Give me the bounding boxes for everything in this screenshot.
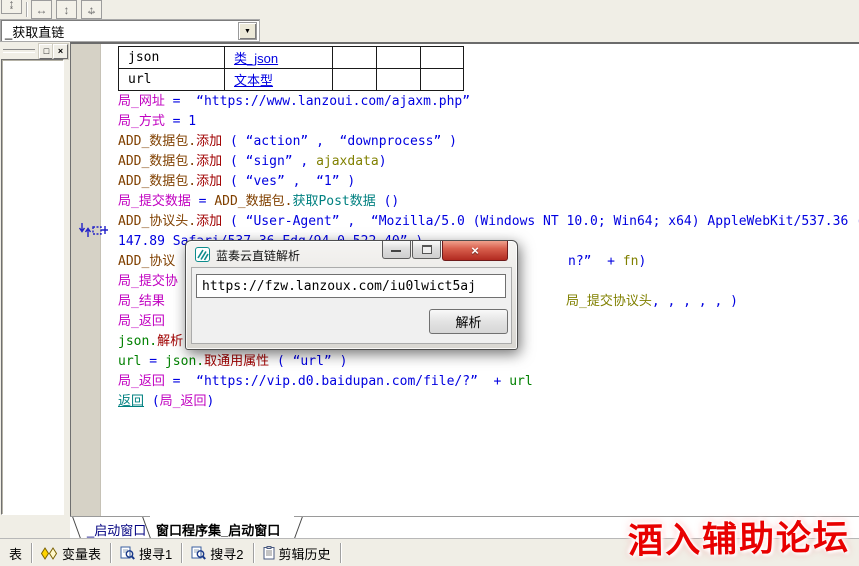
statusbar-tab-搜寻1[interactable]: 搜寻1 bbox=[111, 543, 182, 563]
statusbar-tab-label: 变量表 bbox=[62, 544, 101, 563]
center-vertical-icon[interactable]: ↨ bbox=[1, 0, 22, 14]
elang-logo-icon bbox=[195, 247, 210, 262]
maximize-icon[interactable] bbox=[412, 241, 441, 259]
left-dock-panel: □ × bbox=[0, 42, 70, 516]
center-vertical-glyph: ↨ bbox=[9, 0, 15, 11]
minimize-icon[interactable] bbox=[382, 241, 411, 259]
code-line[interactable]: 局_方式 = 1 bbox=[118, 112, 196, 132]
code-line[interactable]: 局_提交数据 = ADD_数据包.获取Post数据 () bbox=[118, 192, 399, 212]
ide-window: ↨ ↔ ↕ ↔ ↕ _获取直链 ▼ □ × bbox=[0, 0, 859, 566]
code-line[interactable]: 返回 (局_返回) bbox=[118, 392, 214, 412]
same-height-glyph: ↕ bbox=[64, 3, 70, 17]
var-type-link[interactable]: 类_json bbox=[234, 51, 278, 66]
var-empty-cell[interactable] bbox=[377, 69, 421, 91]
var-empty-cell[interactable] bbox=[421, 69, 464, 91]
tabbar-left-filler bbox=[0, 516, 70, 538]
code-line[interactable]: ADD_数据包.添加 ( “sign” , ajaxdata) bbox=[118, 152, 387, 172]
same-size-icon[interactable]: ↔ ↕ bbox=[81, 0, 102, 19]
statusbar-items: 表 变量表 搜寻1 搜寻2 剪辑历史 bbox=[0, 539, 341, 566]
statusbar-tab-变量表[interactable]: 变量表 bbox=[32, 543, 111, 563]
var-table-body: json 类_jsonurl 文本型 bbox=[119, 47, 464, 91]
var-name-cell[interactable]: url bbox=[119, 69, 225, 91]
search-icon bbox=[120, 546, 135, 560]
dialog-caption-buttons: × bbox=[382, 241, 508, 260]
statusbar-tab-表[interactable]: 表 bbox=[0, 543, 32, 563]
combobox-dropdown-icon[interactable]: ▼ bbox=[238, 22, 257, 40]
panel-client-area[interactable] bbox=[1, 59, 64, 515]
dialog-client-area: 解析 bbox=[191, 267, 512, 344]
statusbar-tab-剪辑历史[interactable]: 剪辑历史 bbox=[254, 543, 341, 563]
tab-edge bbox=[294, 517, 303, 538]
tab-edge bbox=[72, 517, 81, 538]
var-empty-cell[interactable] bbox=[377, 47, 421, 69]
var-table-row: json 类_json bbox=[119, 47, 464, 69]
tab-window-program-set[interactable]: 窗口程序集_启动窗口 bbox=[156, 520, 280, 539]
variable-table: json 类_jsonurl 文本型 bbox=[118, 46, 464, 91]
var-empty-cell[interactable] bbox=[333, 69, 377, 91]
code-line[interactable]: 局_网址 = “https://www.lanzoui.com/ajaxm.ph… bbox=[118, 92, 470, 112]
code-line[interactable]: 局_返回 bbox=[118, 312, 165, 332]
tab-startup-window[interactable]: _启动窗口 bbox=[87, 520, 146, 539]
same-height-icon[interactable]: ↕ bbox=[56, 0, 77, 19]
method-combobox-value: _获取直链 bbox=[5, 22, 64, 41]
current-line-marker-icon bbox=[78, 222, 108, 238]
var-type-link[interactable]: 文本型 bbox=[234, 73, 273, 88]
var-table-row: url 文本型 bbox=[119, 69, 464, 91]
search-icon bbox=[191, 546, 206, 560]
var-name-cell[interactable]: json bbox=[119, 47, 225, 69]
code-line[interactable]: 局_结果局_提交协议头, , , , , ) bbox=[118, 292, 165, 312]
var-type-cell: 类_json bbox=[225, 47, 333, 69]
variables-icon bbox=[41, 547, 58, 560]
same-width-glyph: ↔ bbox=[36, 3, 48, 17]
var-type-cell: 文本型 bbox=[225, 69, 333, 91]
code-line[interactable]: 局_提交协 bbox=[118, 272, 178, 292]
statusbar-tab-label: 表 bbox=[9, 544, 22, 563]
parse-button[interactable]: 解析 bbox=[429, 309, 508, 334]
clipboard-icon bbox=[263, 546, 275, 560]
share-url-input[interactable] bbox=[196, 274, 506, 298]
code-line[interactable]: ADD_协议n?” + fn) bbox=[118, 252, 175, 272]
code-line[interactable]: ADD_协议头.添加 ( “User-Agent” , “Mozilla/5.0… bbox=[118, 212, 859, 232]
panel-maximize-icon[interactable]: □ bbox=[39, 44, 54, 59]
toolbar: ↨ ↔ ↕ ↔ ↕ bbox=[0, 0, 859, 20]
code-line[interactable]: json.解析 bbox=[118, 332, 183, 352]
panel-drag-handle[interactable] bbox=[3, 49, 35, 53]
code-line[interactable]: ADD_数据包.添加 ( “ves” , “1” ) bbox=[118, 172, 355, 192]
method-combo-row: _获取直链 ▼ bbox=[0, 19, 859, 42]
var-empty-cell[interactable] bbox=[333, 47, 377, 69]
var-empty-cell[interactable] bbox=[421, 47, 464, 69]
statusbar-tab-label: 搜寻2 bbox=[210, 544, 243, 563]
close-icon[interactable]: × bbox=[442, 241, 508, 261]
statusbar-tab-label: 搜寻1 bbox=[139, 544, 172, 563]
toolbar-separator bbox=[26, 2, 27, 17]
method-combobox[interactable]: _获取直链 ▼ bbox=[0, 19, 260, 42]
code-line[interactable]: url = json.取通用属性 ( “url” ) bbox=[118, 352, 347, 372]
active-tab-gap bbox=[150, 516, 294, 517]
editor-gutter bbox=[71, 44, 101, 518]
code-line-tail[interactable]: 局_提交协议头, , , , , ) bbox=[566, 292, 738, 312]
code-line[interactable]: 局_返回 = “https://vip.d0.baidupan.com/file… bbox=[118, 372, 533, 392]
same-width-icon[interactable]: ↔ bbox=[31, 0, 52, 19]
statusbar-tab-label: 剪辑历史 bbox=[279, 544, 331, 563]
dialog-title[interactable]: 蓝奏云直链解析 bbox=[216, 247, 300, 264]
panel-close-icon[interactable]: × bbox=[53, 44, 68, 59]
code-line-tail[interactable]: n?” + fn) bbox=[568, 252, 646, 272]
statusbar-tab-搜寻2[interactable]: 搜寻2 bbox=[182, 543, 253, 563]
lanzou-parse-dialog[interactable]: 蓝奏云直链解析 × 解析 bbox=[185, 240, 518, 350]
code-line[interactable]: ADD_数据包.添加 ( “action” , “downprocess” ) bbox=[118, 132, 457, 152]
forum-watermark: 酒入辅助论坛 bbox=[628, 509, 851, 564]
